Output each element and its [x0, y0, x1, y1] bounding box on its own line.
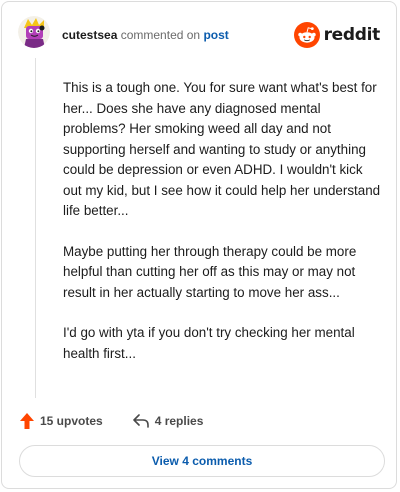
reddit-snoo-icon	[293, 22, 320, 48]
comment-card: cutestsea commented on post reddit This …	[1, 1, 397, 489]
user-avatar[interactable]	[18, 16, 50, 48]
upvote-count: 15 upvotes	[40, 414, 103, 428]
upvote-arrow-icon	[20, 413, 34, 429]
view-comments-button[interactable]: View 4 comments	[19, 445, 385, 477]
reddit-logo[interactable]: reddit	[293, 21, 381, 49]
comment-stats: 15 upvotes 4 replies	[20, 412, 203, 430]
thread-line[interactable]	[35, 58, 36, 398]
reddit-wordmark: reddit	[323, 25, 381, 45]
action-text: commented on	[120, 28, 201, 42]
post-link[interactable]: post	[203, 28, 228, 42]
comment-body: This is a tough one. You for sure want w…	[63, 78, 383, 384]
username-link[interactable]: cutestsea	[62, 28, 117, 42]
avatar-icon	[18, 16, 50, 48]
comment-paragraph: This is a tough one. You for sure want w…	[63, 80, 381, 218]
replies-button[interactable]: 4 replies	[132, 414, 204, 428]
comment-header: cutestsea commented on post	[62, 27, 229, 43]
reply-icon	[132, 414, 149, 428]
comment-paragraph: Maybe putting her through therapy could …	[63, 243, 357, 300]
upvote-button[interactable]: 15 upvotes	[20, 413, 103, 429]
comment-paragraph: I'd go with yta if you don't try checkin…	[63, 325, 355, 361]
reply-count: 4 replies	[154, 414, 204, 428]
